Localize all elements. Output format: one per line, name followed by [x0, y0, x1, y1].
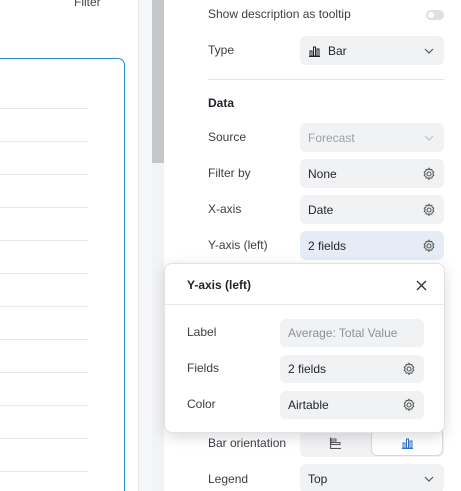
close-icon[interactable]	[413, 277, 429, 293]
x-axis-value: Date	[308, 202, 334, 217]
gridline	[0, 207, 88, 208]
y-axis-left-select[interactable]: 2 fields	[300, 231, 444, 260]
bar-chart-icon	[308, 45, 321, 57]
gridline	[0, 240, 88, 241]
show-description-toggle[interactable]	[426, 10, 444, 20]
section-divider	[208, 79, 444, 80]
legend-select[interactable]: Top	[300, 464, 444, 491]
color-select[interactable]: Airtable	[280, 391, 424, 419]
gridline	[0, 372, 88, 373]
x-axis-select[interactable]: Date	[300, 195, 444, 224]
color-value: Airtable	[288, 398, 329, 412]
gear-icon[interactable]	[394, 398, 424, 412]
source-value: Forecast	[308, 130, 355, 145]
x-axis-label: X-axis	[208, 202, 242, 216]
vertical-bar-icon[interactable]	[371, 429, 443, 456]
gear-icon[interactable]	[394, 362, 424, 376]
gridline	[0, 306, 88, 307]
chevron-down-icon	[414, 48, 444, 54]
label-input-placeholder: Average: Total Value	[288, 326, 398, 340]
canvas-filter-label[interactable]: Filter	[74, 0, 101, 9]
filter-by-value: None	[308, 166, 337, 181]
y-axis-left-value: 2 fields	[308, 238, 347, 253]
popover-divider	[165, 304, 444, 305]
gridline	[0, 405, 88, 406]
fields-value: 2 fields	[288, 362, 327, 376]
chart-canvas: Filter	[0, 0, 138, 491]
gear-icon[interactable]	[414, 202, 444, 217]
chevron-down-icon	[414, 135, 444, 141]
gridline	[0, 471, 88, 472]
legend-label: Legend	[208, 472, 249, 486]
legend-value: Top	[308, 471, 328, 486]
scrollbar-thumb[interactable]	[152, 0, 164, 163]
source-select[interactable]: Forecast	[300, 123, 444, 152]
y-axis-left-label: Y-axis (left)	[208, 238, 268, 252]
type-value: Bar	[328, 43, 347, 58]
data-section-title: Data	[208, 96, 235, 110]
gridline	[0, 438, 88, 439]
filter-by-label: Filter by	[208, 166, 251, 180]
gridline	[0, 339, 88, 340]
gridline	[0, 273, 88, 274]
popover-title: Y-axis (left)	[187, 278, 252, 292]
gridline	[0, 174, 88, 175]
chevron-down-icon	[414, 476, 444, 482]
label-input[interactable]: Average: Total Value	[280, 319, 424, 347]
chart-card[interactable]	[0, 58, 125, 491]
gear-icon[interactable]	[414, 238, 444, 253]
filter-by-select[interactable]: None	[300, 159, 444, 188]
y-axis-popover: Y-axis (left) Label Average: Total Value…	[164, 263, 445, 433]
popover-label-label: Label	[187, 325, 217, 339]
show-description-label: Show description as tooltip	[208, 7, 351, 21]
popover-color-label: Color	[187, 397, 216, 411]
gear-icon[interactable]	[414, 166, 444, 181]
popover-fields-label: Fields	[187, 361, 220, 375]
source-label: Source	[208, 130, 247, 144]
gridline	[0, 108, 88, 109]
gridline	[0, 141, 88, 142]
fields-select[interactable]: 2 fields	[280, 355, 424, 383]
bar-orientation-label: Bar orientation	[208, 436, 287, 450]
type-label: Type	[208, 43, 235, 57]
type-select[interactable]: Bar	[300, 36, 444, 65]
